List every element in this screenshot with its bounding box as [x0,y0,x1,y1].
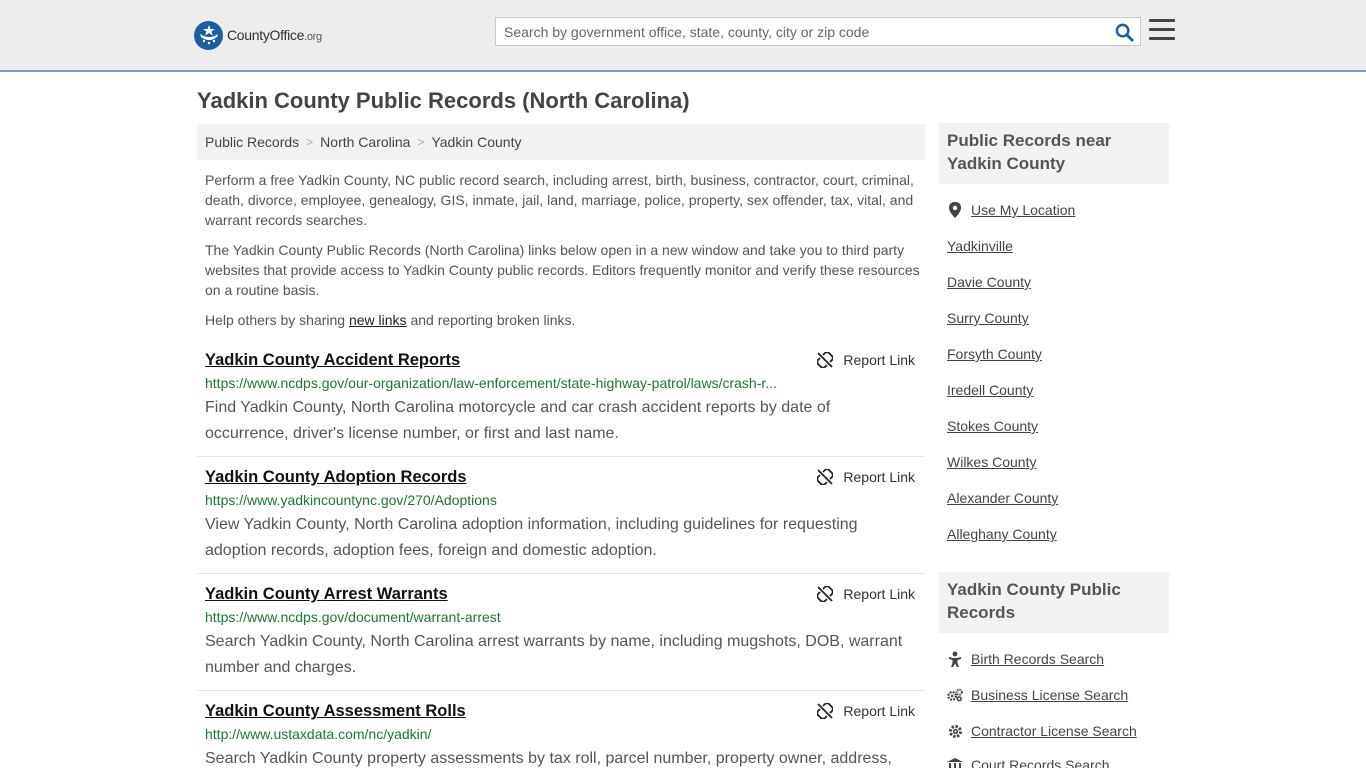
intro-paragraph-1: Perform a free Yadkin County, NC public … [205,172,914,228]
breadcrumb-separator: > [306,135,314,149]
record-title-link[interactable]: Yadkin County Arrest Warrants [205,585,448,604]
nearby-link-davie-county[interactable]: Davie County [947,274,1031,290]
breadcrumb-north-carolina[interactable]: North Carolina [320,134,410,150]
new-links-link[interactable]: new links [349,312,407,328]
logo-badge-icon [194,20,223,50]
court-records-search-link[interactable]: Court Records Search [947,757,1110,768]
page-title: Yadkin County Public Records (North Caro… [197,88,690,113]
hamburger-menu-icon[interactable] [1149,19,1175,42]
record-url: http://www.ustaxdata.com/nc/yadkin/ [205,726,432,742]
record-description: View Yadkin County, North Carolina adopt… [205,516,858,559]
record-title-link[interactable]: Yadkin County Adoption Records [205,468,467,487]
use-my-location-link[interactable]: Use My Location [947,202,1075,218]
record-description: Search Yadkin County property assessment… [205,750,892,767]
record-title-link[interactable]: Yadkin County Assessment Rolls [205,702,466,721]
record-description: Search Yadkin County, North Carolina arr… [205,633,903,676]
courthouse-icon [947,757,963,768]
broken-link-icon [817,586,834,602]
nearby-link-wilkes-county[interactable]: Wilkes County [947,454,1036,470]
search-icon [1115,23,1134,42]
broken-link-icon [817,469,834,485]
gear-icon [947,723,963,739]
report-link-button[interactable]: Report Link [817,703,915,719]
search-box [495,17,1141,46]
record-url: https://www.ncdps.gov/our-organization/l… [205,375,777,391]
contractor-license-search-link[interactable]: Contractor License Search [947,723,1137,739]
nearby-link-forsyth-county[interactable]: Forsyth County [947,346,1042,362]
report-link-button[interactable]: Report Link [817,469,915,485]
record-title-link[interactable]: Yadkin County Accident Reports [205,351,460,370]
breadcrumb-separator: > [417,135,425,149]
birth-records-search-link[interactable]: Birth Records Search [947,651,1104,667]
search-input[interactable] [496,18,1106,45]
nearby-link-iredell-county[interactable]: Iredell County [947,382,1033,398]
nearby-link-alexander-county[interactable]: Alexander County [947,490,1058,506]
county-records-heading: Yadkin County Public Records [939,572,1169,633]
business-license-search-link[interactable]: Business License Search [947,687,1128,703]
record-item: Yadkin County Arrest Warrants Report Lin… [197,585,925,691]
logo-main-text: CountyOffice [227,27,305,43]
report-link-button[interactable]: Report Link [817,352,915,368]
record-description: Find Yadkin County, North Carolina motor… [205,399,831,442]
nearby-link-stokes-county[interactable]: Stokes County [947,418,1038,434]
baby-icon [947,651,963,667]
record-item: Yadkin County Accident Reports Report Li… [197,351,925,457]
record-item: Yadkin County Assessment Rolls Report Li… [197,702,925,768]
logo-text: CountyOffice.org [227,27,322,43]
site-logo[interactable]: CountyOffice.org [194,20,322,50]
nearby-records-heading: Public Records near Yadkin County [939,123,1169,184]
nearby-link-surry-county[interactable]: Surry County [947,310,1029,326]
intro-paragraph-3: Help others by sharing new links and rep… [205,312,576,328]
broken-link-icon [817,703,834,719]
breadcrumb-public-records[interactable]: Public Records [205,134,299,150]
record-item: Yadkin County Adoption Records Report Li… [197,468,925,574]
breadcrumb-yadkin-county[interactable]: Yadkin County [431,134,521,150]
map-marker-icon [947,202,963,218]
record-url: https://www.ncdps.gov/document/warrant-a… [205,609,501,625]
nearby-link-yadkinville[interactable]: Yadkinville [947,238,1013,254]
intro-paragraph-2: The Yadkin County Public Records (North … [205,242,920,298]
record-url: https://www.yadkincountync.gov/270/Adopt… [205,492,497,508]
broken-link-icon [817,352,834,368]
gears-icon [947,687,963,703]
logo-tld-text: .org [304,31,322,43]
search-button[interactable] [1113,21,1135,43]
report-link-button[interactable]: Report Link [817,586,915,602]
nearby-link-alleghany-county[interactable]: Alleghany County [947,526,1057,542]
breadcrumb: Public Records > North Carolina > Yadkin… [197,124,925,160]
site-header: CountyOffice.org [0,0,1366,72]
